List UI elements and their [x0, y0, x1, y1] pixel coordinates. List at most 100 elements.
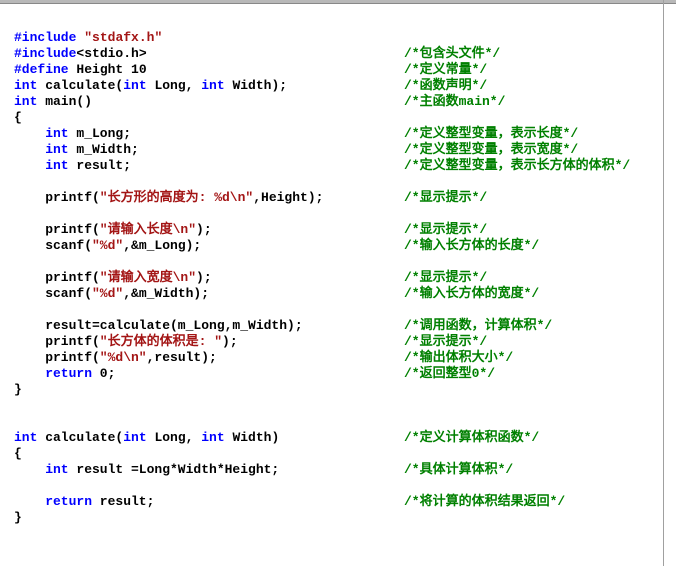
comment: /*定义整型变量，表示长方体的体积*/	[404, 158, 630, 174]
code-text: int m_Width;	[14, 142, 404, 158]
code-text: printf("请输入宽度\n");	[14, 270, 404, 286]
token-plain: main()	[37, 94, 92, 109]
token-preproc: #include	[14, 30, 76, 45]
comment: /*显示提示*/	[404, 334, 487, 350]
code-line: int main()/*主函数main*/	[14, 94, 662, 110]
code-line: #define Height 10/*定义常量*/	[14, 62, 662, 78]
code-line: return result;/*将计算的体积结果返回*/	[14, 494, 662, 510]
token-string: "长方形的高度为: %d\n"	[100, 190, 253, 205]
comment: /*定义计算体积函数*/	[404, 430, 539, 446]
code-editor[interactable]: #include "stdafx.h"#include<stdio.h>/*包含…	[0, 4, 676, 566]
code-line: return 0; /*返回整型0*/	[14, 366, 662, 382]
token-plain: );	[222, 334, 238, 349]
code-text: printf("长方形的高度为: %d\n",Height);	[14, 190, 404, 206]
token-keyword: return	[45, 366, 92, 381]
comment: /*包含头文件*/	[404, 46, 500, 62]
token-plain: );	[196, 222, 212, 237]
token-plain: scanf(	[45, 286, 92, 301]
code-text: {	[14, 446, 404, 462]
comment: /*具体计算体积*/	[404, 462, 513, 478]
code-text: int calculate(int Long, int Width)	[14, 430, 404, 446]
comment: /*定义常量*/	[404, 62, 487, 78]
token-string: "长方体的体积是: "	[100, 334, 222, 349]
code-line	[14, 206, 662, 222]
token-keyword: return	[45, 494, 92, 509]
code-text: int main()	[14, 94, 404, 110]
token-plain: printf(	[45, 334, 100, 349]
code-line: int calculate(int Long, int Width);/*函数声…	[14, 78, 662, 94]
comment: /*定义整型变量，表示长度*/	[404, 126, 578, 142]
token-plain: {	[14, 446, 22, 461]
token-plain: 0;	[92, 366, 115, 381]
token-keyword: int	[123, 430, 146, 445]
token-plain: );	[196, 270, 212, 285]
code-line	[14, 254, 662, 270]
token-keyword: int	[45, 462, 68, 477]
token-plain: result;	[92, 494, 154, 509]
editor-window: #include "stdafx.h"#include<stdio.h>/*包含…	[0, 0, 676, 566]
code-line	[14, 14, 662, 30]
token-keyword: int	[14, 430, 37, 445]
token-string: "%d"	[92, 286, 123, 301]
code-text: printf("%d\n",result);	[14, 350, 404, 366]
code-line: result=calculate(m_Long,m_Width);/*调用函数，…	[14, 318, 662, 334]
code-text: #define Height 10	[14, 62, 404, 78]
code-line: int calculate(int Long, int Width)/*定义计算…	[14, 430, 662, 446]
token-string: "%d"	[92, 238, 123, 253]
code-line: int result =Long*Width*Height;/*具体计算体积*/	[14, 462, 662, 478]
code-text: }	[14, 382, 404, 398]
token-plain: m_Width;	[69, 142, 139, 157]
comment: /*将计算的体积结果返回*/	[404, 494, 565, 510]
token-plain: Width);	[225, 78, 287, 93]
code-text: }	[14, 510, 404, 526]
token-keyword: int	[201, 78, 224, 93]
token-plain: Height 10	[69, 62, 147, 77]
token-plain: printf(	[45, 222, 100, 237]
token-plain: <stdio.h>	[76, 46, 146, 61]
token-string: "%d\n"	[100, 350, 147, 365]
code-line: #include "stdafx.h"	[14, 30, 662, 46]
token-plain: ,Height);	[253, 190, 323, 205]
token-plain: result =Long*Width*Height;	[69, 462, 280, 477]
code-line: }	[14, 510, 662, 526]
token-preproc: #define	[14, 62, 69, 77]
comment: /*显示提示*/	[404, 222, 487, 238]
comment: /*输出体积大小*/	[404, 350, 513, 366]
token-keyword: int	[14, 78, 37, 93]
comment: /*返回整型0*/	[404, 366, 495, 382]
token-string: "stdafx.h"	[84, 30, 162, 45]
code-text: printf("请输入长度\n");	[14, 222, 404, 238]
token-plain: ,&m_Width);	[123, 286, 209, 301]
token-plain: result=calculate(m_Long,m_Width);	[45, 318, 302, 333]
token-plain: printf(	[45, 190, 100, 205]
comment: /*输入长方体的宽度*/	[404, 286, 539, 302]
token-plain: calculate(	[37, 430, 123, 445]
token-plain: printf(	[45, 350, 100, 365]
code-line: int m_Width;/*定义整型变量，表示宽度*/	[14, 142, 662, 158]
code-line: {	[14, 446, 662, 462]
code-text: int calculate(int Long, int Width);	[14, 78, 404, 94]
token-string: "请输入宽度\n"	[100, 270, 196, 285]
comment: /*函数声明*/	[404, 78, 487, 94]
code-line: printf("长方形的高度为: %d\n",Height);/*显示提示*/	[14, 190, 662, 206]
code-text: int result =Long*Width*Height;	[14, 462, 404, 478]
token-preproc: #include	[14, 46, 76, 61]
code-text: return result;	[14, 494, 404, 510]
token-keyword: int	[45, 158, 68, 173]
code-line: {	[14, 110, 662, 126]
code-line	[14, 478, 662, 494]
code-text: printf("长方体的体积是: ");	[14, 334, 404, 350]
code-text: #include<stdio.h>	[14, 46, 404, 62]
token-keyword: int	[123, 78, 146, 93]
token-keyword: int	[45, 142, 68, 157]
code-text: {	[14, 110, 404, 126]
code-line: }	[14, 382, 662, 398]
code-line: int result;/*定义整型变量，表示长方体的体积*/	[14, 158, 662, 174]
token-plain: ,result);	[147, 350, 217, 365]
token-plain: calculate(	[37, 78, 123, 93]
token-keyword: int	[45, 126, 68, 141]
code-line: printf("长方体的体积是: ");/*显示提示*/	[14, 334, 662, 350]
token-plain: Width)	[225, 430, 280, 445]
comment: /*显示提示*/	[404, 270, 487, 286]
comment: /*主函数main*/	[404, 94, 505, 110]
